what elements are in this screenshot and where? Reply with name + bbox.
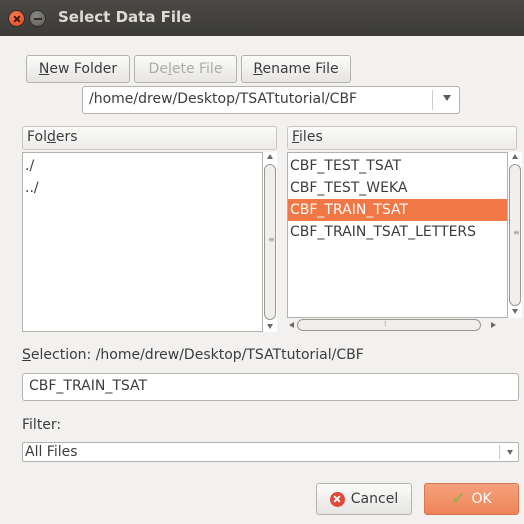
folder-item[interactable]: ./ — [25, 155, 34, 177]
new-folder-label: New Folder — [38, 61, 118, 77]
path-combo-value: /home/drew/Desktop/TSATtutorial/CBF — [89, 91, 358, 107]
files-hscroll-thumb[interactable] — [297, 319, 481, 331]
folders-header[interactable]: Folders — [22, 126, 277, 150]
filter-combo[interactable]: All Files — [22, 442, 519, 462]
scroll-left-icon[interactable] — [289, 322, 294, 328]
files-vscrollbar[interactable]: ≡ — [508, 152, 522, 318]
rename-file-button[interactable]: Rename File — [241, 55, 351, 83]
scroll-up-icon[interactable] — [267, 154, 273, 159]
path-combo[interactable]: /home/drew/Desktop/TSATtutorial/CBF — [82, 86, 460, 114]
combo-separator — [499, 445, 500, 459]
grip-icon: ≡ — [268, 235, 275, 244]
folders-list[interactable]: ./ ../ — [22, 152, 263, 332]
cancel-button[interactable]: Cancel — [316, 483, 412, 515]
chevron-down-icon[interactable] — [443, 95, 451, 101]
selection-input[interactable]: CBF_TRAIN_TSAT — [22, 373, 519, 401]
filter-label: Filter: — [22, 417, 62, 433]
chevron-down-icon[interactable] — [507, 450, 513, 455]
cancel-label: Cancel — [350, 491, 399, 507]
file-item[interactable]: CBF_TEST_WEKA — [290, 177, 407, 199]
files-hscrollbar[interactable]: ⁞ — [287, 318, 502, 332]
filter-value: All Files — [25, 444, 78, 460]
selection-label: Selection: /home/drew/Desktop/TSATtutori… — [22, 347, 364, 363]
delete-file-button[interactable]: Delete File — [134, 55, 237, 83]
file-item[interactable]: CBF_TEST_TSAT — [290, 155, 401, 177]
combo-separator — [432, 90, 433, 110]
file-item-selected[interactable]: CBF_TRAIN_TSAT — [288, 199, 507, 221]
delete-file-label: Delete File — [148, 61, 223, 77]
close-icon[interactable] — [9, 11, 24, 26]
scroll-down-icon[interactable] — [267, 324, 273, 329]
scroll-right-icon[interactable] — [491, 322, 496, 328]
ok-button[interactable]: ✓ OK — [424, 483, 519, 515]
rename-file-label: Rename File — [253, 61, 339, 77]
title-bar: Select Data File — [0, 0, 524, 36]
grip-icon: ⁞ — [384, 319, 387, 328]
ok-label: OK — [471, 491, 492, 507]
folder-item[interactable]: ../ — [25, 177, 39, 199]
grip-icon: ≡ — [513, 228, 520, 237]
scroll-up-icon[interactable] — [512, 154, 518, 159]
selection-value: CBF_TRAIN_TSAT — [29, 378, 148, 394]
checkmark-icon: ✓ — [451, 489, 466, 509]
file-item[interactable]: CBF_TRAIN_TSAT_LETTERS — [290, 221, 476, 243]
window-title: Select Data File — [58, 8, 192, 26]
cancel-icon — [329, 491, 345, 507]
scroll-down-icon[interactable] — [512, 309, 518, 314]
folders-scrollbar[interactable]: ≡ — [263, 152, 277, 332]
files-list[interactable]: CBF_TEST_TSAT CBF_TEST_WEKA CBF_TRAIN_TS… — [287, 152, 508, 318]
new-folder-button[interactable]: New Folder — [26, 55, 130, 83]
minimize-icon[interactable] — [30, 11, 45, 26]
files-header[interactable]: Files — [287, 126, 517, 150]
